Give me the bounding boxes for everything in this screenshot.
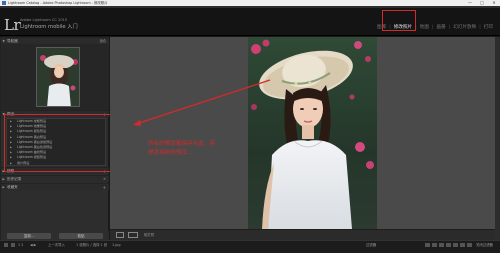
- annotation-line-1: 所有的预设都保存在此，若: [148, 141, 216, 147]
- flag-icon[interactable]: [439, 243, 444, 247]
- page-numbers[interactable]: 1 2: [18, 241, 23, 249]
- flag-icon[interactable]: [467, 243, 472, 247]
- grid-view-icon[interactable]: [4, 243, 8, 247]
- filmstrip-bar: 1 2 ◀ ▶ 上一次导入 1 张照片 / 选择 1 张 1.jpg 过滤器 关…: [0, 240, 500, 253]
- annotation-arrow: [133, 79, 271, 126]
- annotation-line-2: 想添加新的预设…: [148, 150, 193, 156]
- filmstrip-filename: 1.jpg: [112, 243, 121, 247]
- develop-toolbar: 软打样: [110, 229, 495, 240]
- filmstrip-source[interactable]: 上一次导入: [48, 241, 65, 249]
- filmstrip-info: 1 张照片 / 选择 1 张: [76, 243, 108, 247]
- flag-icon[interactable]: [432, 243, 437, 247]
- flag-icon[interactable]: [446, 243, 451, 247]
- annotation-text: 所有的预设都保存在此，若 想添加新的预设…: [148, 140, 215, 158]
- filter-flag-icons[interactable]: [425, 243, 472, 247]
- filter-label: 过滤器: [366, 243, 377, 247]
- flag-icon[interactable]: [425, 243, 430, 247]
- filter-off-dropdown[interactable]: 关闭过滤器: [476, 241, 493, 249]
- flag-icon[interactable]: [460, 243, 465, 247]
- loupe-view-icon[interactable]: [116, 232, 124, 238]
- filmstrip-nav-arrows[interactable]: ◀ ▶: [30, 241, 36, 249]
- before-after-icon[interactable]: [128, 232, 138, 238]
- second-window-icon[interactable]: [11, 243, 15, 247]
- flag-icon[interactable]: [453, 243, 458, 247]
